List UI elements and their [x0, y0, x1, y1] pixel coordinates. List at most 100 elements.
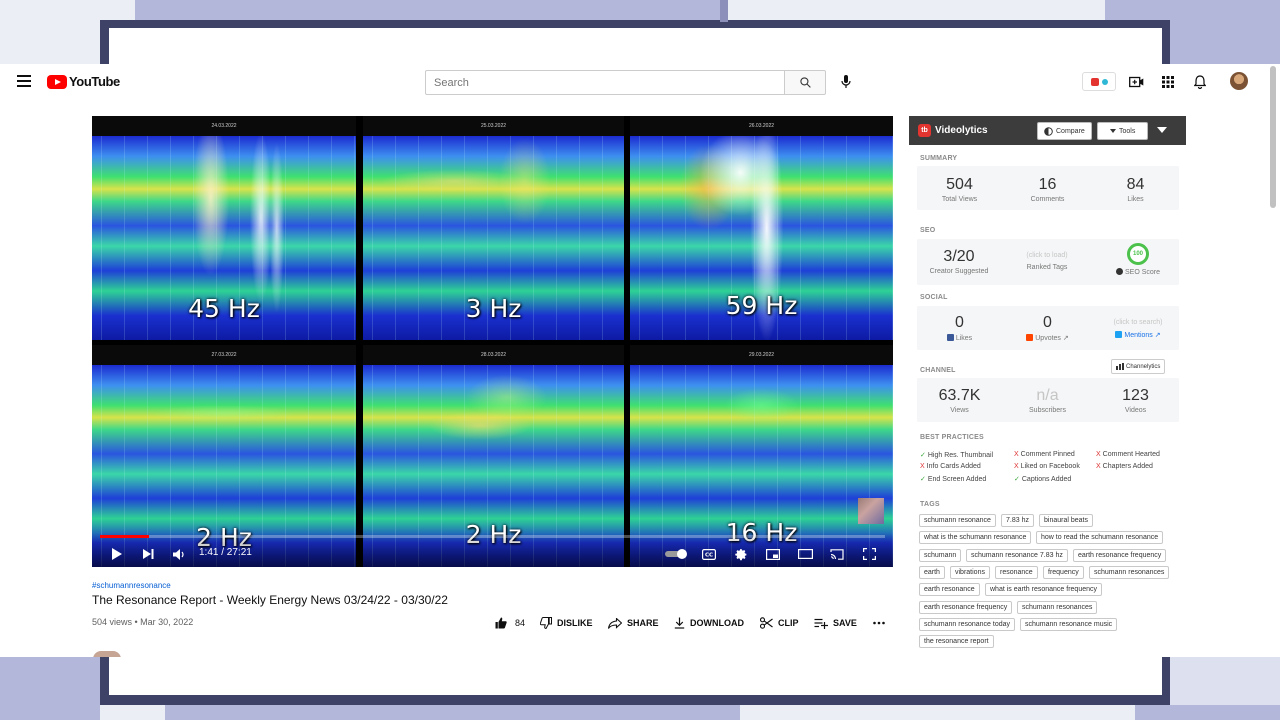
menu-icon[interactable]	[17, 75, 31, 87]
notifications-button[interactable]	[1190, 72, 1210, 92]
collapse-chevron-icon[interactable]	[1157, 127, 1167, 133]
tag-chip[interactable]: schumann resonances	[1017, 600, 1098, 614]
save-label: SAVE	[833, 618, 857, 628]
tag-chip[interactable]: how to read the schumann resonance	[1036, 531, 1164, 545]
extension-badge[interactable]	[1082, 72, 1116, 91]
progress-bar[interactable]	[100, 535, 885, 538]
stat-label: Comments	[1030, 196, 1065, 203]
tag-chip[interactable]: schumann resonance	[919, 514, 996, 527]
panel-date: 26.03.2022	[630, 116, 893, 136]
search-button[interactable]	[784, 70, 826, 95]
gear-icon	[734, 548, 746, 560]
account-avatar[interactable]	[1230, 72, 1248, 90]
play-icon	[111, 548, 122, 560]
frame-inner	[109, 657, 1162, 695]
videolytics-logo-icon: tb	[918, 124, 931, 137]
best-practice-item: ✓ High Res. Thumbnail	[920, 451, 993, 459]
tag-chip[interactable]: earth	[919, 565, 945, 579]
stat-comments: 16 Comments	[1015, 176, 1080, 203]
hashtag-link[interactable]: #schumannresonance	[92, 581, 171, 590]
player-controls: 1:41 / 27:21 CC	[92, 533, 893, 567]
spectrogram-panel: 25.03.2022 3 Hz	[363, 116, 624, 340]
tag-chip[interactable]: schumann resonances	[1089, 565, 1170, 579]
tag-chip[interactable]: schumann resonance music	[1020, 617, 1118, 631]
video-title: The Resonance Report - Weekly Energy New…	[92, 593, 448, 607]
frame-block	[1170, 22, 1280, 64]
tag-chip[interactable]: earth resonance frequency	[1073, 548, 1167, 562]
cross-icon: X	[920, 463, 925, 470]
panel-date: 28.03.2022	[363, 345, 624, 365]
tag-chip[interactable]: frequency	[1043, 565, 1084, 579]
tag-chip[interactable]: earth resonance	[919, 583, 980, 597]
frequency-label: 45 Hz	[188, 294, 260, 323]
stat-value: 63.7K	[938, 387, 981, 404]
save-button[interactable]: SAVE	[814, 615, 857, 631]
create-video-button[interactable]	[1126, 72, 1146, 92]
download-button[interactable]: DOWNLOAD	[674, 615, 744, 631]
tag-chip[interactable]: what is earth resonance frequency	[985, 583, 1103, 597]
social-twitter-mentions[interactable]: (click to search) Mentions ↗	[1103, 319, 1173, 339]
panel-date: 25.03.2022	[363, 116, 624, 136]
compare-button[interactable]: Compare	[1037, 122, 1092, 140]
next-button[interactable]	[140, 546, 156, 562]
frame-block	[135, 0, 725, 22]
share-button[interactable]: SHARE	[608, 615, 659, 631]
autoplay-toggle[interactable]	[664, 546, 690, 562]
best-practices-label: BEST PRACTICES	[920, 434, 984, 441]
video-player[interactable]: 29.03.202216 Hz28.03.20222 Hz27.03.20222…	[92, 116, 893, 567]
volume-icon	[172, 548, 184, 560]
dislike-label: DISLIKE	[557, 618, 593, 628]
voice-search-button[interactable]	[835, 71, 857, 93]
tag-chip[interactable]: resonance	[995, 565, 1038, 579]
miniplayer-button[interactable]	[765, 546, 781, 562]
clip-button[interactable]: CLIP	[760, 615, 799, 631]
status-dot-icon	[1101, 78, 1108, 85]
stat-value: 84	[1126, 176, 1145, 193]
stat-label: Videos	[1124, 407, 1147, 414]
social-facebook-likes: 0 Likes	[927, 314, 992, 342]
tag-chip[interactable]: schumann resonance 7.83 hz	[966, 548, 1068, 562]
autoplay-toggle-icon	[665, 549, 687, 559]
seo-ranked-tags[interactable]: (click to load) Ranked Tags	[1011, 252, 1083, 271]
bell-icon	[1194, 75, 1206, 89]
fullscreen-button[interactable]	[861, 546, 877, 562]
page-scrollbar[interactable]	[1270, 66, 1276, 208]
spectrogram-panel: 26.03.2022 59 Hz	[630, 116, 893, 340]
youtube-logo[interactable]: YouTube	[47, 74, 120, 89]
tag-chip[interactable]: vibrations	[950, 565, 990, 579]
tag-chip[interactable]: binaural beats	[1039, 514, 1093, 527]
tag-chip[interactable]: schumann resonance today	[919, 617, 1015, 631]
dislike-button[interactable]: DISLIKE	[540, 615, 593, 631]
frame-block	[1170, 657, 1280, 705]
settings-button[interactable]	[733, 546, 749, 562]
stat-value: 0	[1043, 314, 1052, 331]
play-button[interactable]	[108, 546, 124, 562]
tag-chip[interactable]: what is the schumann resonance	[919, 531, 1032, 545]
theater-mode-button[interactable]	[797, 546, 813, 562]
tag-chip[interactable]: the resonance report	[919, 635, 994, 649]
thumbs-up-icon	[495, 617, 507, 629]
best-practice-label: Captions Added	[1021, 476, 1072, 483]
like-button[interactable]: 84	[495, 615, 525, 631]
presenter-thumbnail	[858, 498, 884, 524]
volume-button[interactable]	[171, 546, 187, 562]
checkmark-icon: ✓	[920, 476, 926, 483]
tag-chip[interactable]: earth resonance frequency	[919, 600, 1013, 614]
tools-button[interactable]: Tools	[1097, 122, 1149, 140]
social-label: SOCIAL	[920, 294, 948, 301]
subtitles-button[interactable]: CC	[701, 546, 717, 562]
checkmark-icon: ✓	[1014, 476, 1020, 483]
stat-label: Views	[950, 407, 969, 414]
more-actions-button[interactable]	[873, 615, 885, 631]
apps-grid-icon	[1162, 76, 1174, 88]
tag-chip[interactable]: 7.83 hz	[1001, 514, 1034, 527]
best-practice-item: X Comment Hearted	[1096, 451, 1160, 458]
create-video-icon	[1128, 76, 1143, 88]
search-input[interactable]	[425, 70, 785, 95]
cast-button[interactable]	[829, 546, 845, 562]
twitter-icon	[1115, 331, 1123, 338]
tag-chip[interactable]: schumann	[919, 548, 962, 562]
stat-value: 3/20	[943, 248, 975, 265]
apps-button[interactable]	[1158, 72, 1178, 92]
channelytics-button[interactable]: Channelytics	[1111, 359, 1166, 374]
